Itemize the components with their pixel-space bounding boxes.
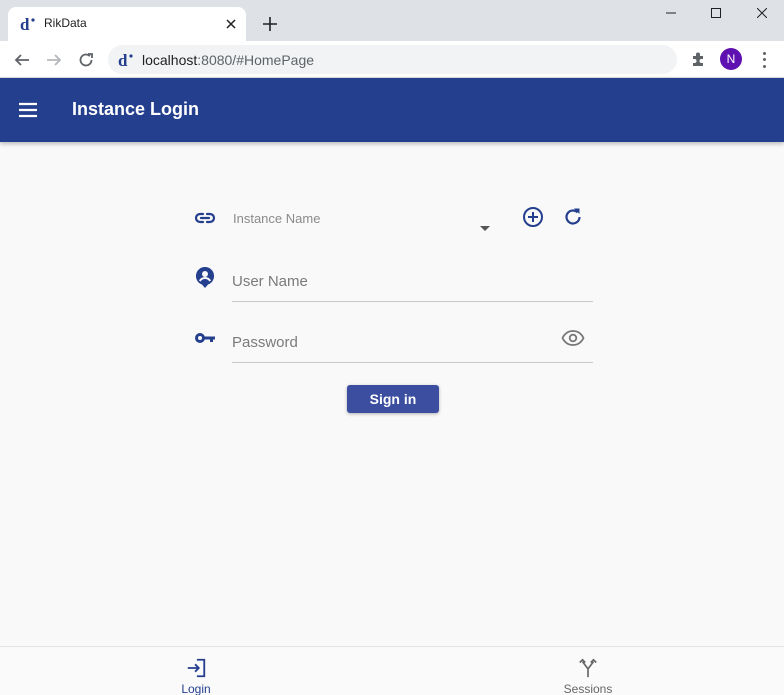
bottom-navigation: Login Sessions <box>0 646 784 695</box>
refresh-icon[interactable] <box>561 205 585 229</box>
username-input[interactable] <box>232 262 593 302</box>
app-header: Instance Login <box>0 78 784 142</box>
svg-text:d: d <box>118 51 128 69</box>
address-bar[interactable]: d localhost:8080/#HomePage <box>108 45 677 74</box>
password-input[interactable] <box>232 323 593 363</box>
profile-avatar[interactable]: N <box>720 48 742 70</box>
minimize-icon[interactable] <box>660 3 682 23</box>
key-icon <box>195 333 215 343</box>
forward-icon[interactable] <box>43 49 65 71</box>
window-close-icon[interactable] <box>751 3 773 23</box>
sessions-icon <box>579 658 597 678</box>
browser-menu-icon[interactable] <box>756 50 772 70</box>
chevron-down-icon[interactable] <box>479 225 491 233</box>
menu-icon[interactable] <box>16 98 40 122</box>
nav-label-login: Login <box>181 682 211 695</box>
url-host: localhost <box>142 52 198 68</box>
rikdata-favicon-icon: d <box>20 15 35 33</box>
nav-item-sessions[interactable]: Sessions <box>392 647 784 695</box>
new-tab-icon[interactable] <box>260 14 280 34</box>
user-icon <box>195 266 215 288</box>
nav-item-login[interactable]: Login <box>0 647 392 695</box>
svg-text:d: d <box>20 15 30 33</box>
tab-close-icon[interactable] <box>222 15 240 33</box>
page-title: Instance Login <box>72 99 200 119</box>
eye-icon[interactable] <box>561 326 585 350</box>
site-favicon-icon: d <box>118 51 133 69</box>
reload-icon[interactable] <box>75 49 97 71</box>
browser-toolbar: d localhost:8080/#HomePage N <box>0 41 784 78</box>
back-icon[interactable] <box>11 49 33 71</box>
browser-tab[interactable]: d RikData <box>8 7 246 41</box>
sign-in-button[interactable]: Sign in <box>347 385 439 413</box>
url-path: :8080/#HomePage <box>197 52 315 68</box>
extensions-icon[interactable] <box>689 49 709 69</box>
link-icon <box>194 212 216 224</box>
add-instance-icon[interactable] <box>521 205 545 229</box>
maximize-icon[interactable] <box>705 3 727 23</box>
login-icon <box>187 658 206 678</box>
instance-select[interactable] <box>232 200 494 240</box>
url-text: localhost:8080/#HomePage <box>142 52 314 68</box>
nav-label-sessions: Sessions <box>563 682 613 695</box>
browser-tabstrip: d RikData <box>0 0 784 41</box>
tab-title: RikData <box>44 16 87 30</box>
